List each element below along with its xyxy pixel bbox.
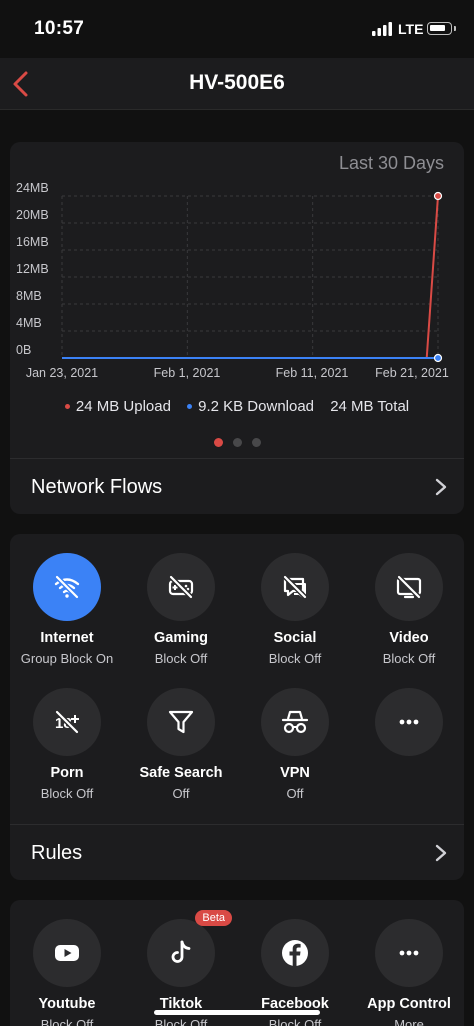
y-tick-label: 24MB <box>16 181 49 195</box>
chevron-right-icon <box>435 844 447 862</box>
cellular-signal-icon <box>372 22 392 36</box>
vpn-toggle[interactable] <box>261 688 329 756</box>
battery-icon <box>427 22 456 35</box>
video-label: Video <box>389 630 429 646</box>
tiktok-toggle[interactable]: Beta <box>147 910 232 987</box>
facebook-status: Block Off <box>268 1017 322 1026</box>
vpn-tile[interactable]: VPN Off <box>238 688 352 801</box>
page-title: HV-500E6 <box>189 71 285 94</box>
more-icon <box>399 950 419 956</box>
y-tick-label: 8MB <box>16 289 42 303</box>
network-flows-label: Network Flows <box>31 476 163 498</box>
youtube-label: Youtube <box>38 996 96 1012</box>
upload-dot-icon <box>64 403 70 409</box>
controls-card: Internet Group Block On Gaming Block Off <box>10 534 464 880</box>
vpn-status: Off <box>286 786 304 801</box>
x-tick-label: Feb 21, 2021 <box>375 366 449 380</box>
network-type: LTE <box>398 21 424 37</box>
rules-label: Rules <box>31 842 83 864</box>
y-tick-label: 20MB <box>16 208 49 222</box>
youtube-icon <box>55 945 79 961</box>
apps-card: Youtube Block Off Beta Tiktok Block Off … <box>10 900 464 1026</box>
18-plus-off-icon: 18 <box>55 710 79 734</box>
legend-total: 24 MB Total <box>330 397 410 415</box>
more-controls-button[interactable] <box>375 688 443 756</box>
x-tick-label: Feb 11, 2021 <box>276 366 349 380</box>
video-status: Block Off <box>382 651 436 666</box>
app-control-status: More <box>394 1017 424 1026</box>
internet-tile[interactable]: Internet Group Block On <box>10 553 124 666</box>
page-dot-1[interactable] <box>213 438 223 447</box>
social-status: Block Off <box>268 651 322 666</box>
porn-toggle[interactable]: 18 <box>33 688 101 756</box>
beta-badge: Beta <box>195 910 232 926</box>
series-point-upload <box>433 191 443 201</box>
internet-status: Group Block On <box>20 651 114 666</box>
facebook-toggle[interactable] <box>261 919 329 987</box>
page-dot-2[interactable] <box>232 438 242 447</box>
vpn-label: VPN <box>280 765 310 781</box>
usage-card: Last 30 Days 24MB 20MB 16MB 12MB 8MB 4MB 0B Jan… <box>10 142 464 514</box>
video-toggle[interactable] <box>375 553 443 621</box>
network-flows-row[interactable]: Network Flows <box>10 458 464 513</box>
tiktok-status: Block Off <box>154 1017 208 1026</box>
rules-row[interactable]: Rules <box>10 824 464 879</box>
series-point-download <box>433 353 443 363</box>
y-tick-label: 4MB <box>16 316 42 330</box>
y-tick-label: 12MB <box>16 262 49 276</box>
more-controls-tile[interactable] <box>352 688 466 756</box>
more-icon <box>399 719 419 725</box>
chart-range-label: Last 30 Days <box>338 153 444 173</box>
internet-toggle[interactable] <box>33 553 101 621</box>
x-tick-label: Feb 1, 2021 <box>154 366 221 380</box>
legend-upload: 24 MB Upload <box>64 397 171 415</box>
porn-label: Porn <box>50 765 84 781</box>
gamepad-off-icon <box>168 575 194 599</box>
chart-legend: 24 MB Upload 9.2 KB Download 24 MB Total <box>10 397 464 415</box>
app-control-button[interactable] <box>375 919 443 987</box>
gaming-toggle[interactable] <box>147 553 215 621</box>
y-tick-label: 16MB <box>16 235 49 249</box>
internet-label: Internet <box>40 630 94 646</box>
filter-icon <box>168 710 194 734</box>
gaming-status: Block Off <box>154 651 208 666</box>
facebook-icon <box>282 940 308 966</box>
gaming-label: Gaming <box>154 630 208 646</box>
social-off-icon <box>283 575 307 599</box>
safe-search-status: Off <box>172 786 190 801</box>
app-control-label: App Control <box>367 996 451 1012</box>
status-time: 10:57 <box>34 18 85 39</box>
video-off-icon <box>396 575 422 599</box>
page-indicator[interactable] <box>10 434 464 452</box>
gaming-tile[interactable]: Gaming Block Off <box>124 553 238 666</box>
home-indicator[interactable] <box>154 1010 320 1015</box>
x-tick-label: Jan 23, 2021 <box>26 366 98 380</box>
download-dot-icon <box>187 403 193 409</box>
legend-upload-text: 24 MB Upload <box>75 397 171 415</box>
nav-bar: HV-500E6 <box>0 58 474 110</box>
social-tile[interactable]: Social Block Off <box>238 553 352 666</box>
page-dot-3[interactable] <box>251 438 261 447</box>
safe-search-label: Safe Search <box>139 765 223 781</box>
video-tile[interactable]: Video Block Off <box>352 553 466 666</box>
safe-search-toggle[interactable] <box>147 688 215 756</box>
status-bar: 10:57 LTE <box>0 0 474 58</box>
youtube-status: Block Off <box>40 1017 94 1026</box>
y-tick-label: 0B <box>16 343 31 357</box>
chevron-right-icon <box>435 478 447 496</box>
porn-status: Block Off <box>40 786 94 801</box>
incognito-icon <box>281 710 309 734</box>
safe-search-tile[interactable]: Safe Search Off <box>124 688 238 801</box>
legend-download-text: 9.2 KB Download <box>198 397 315 415</box>
youtube-tile[interactable]: Youtube Block Off <box>10 919 124 1026</box>
youtube-toggle[interactable] <box>33 919 101 987</box>
app-control-tile[interactable]: App Control More <box>352 919 466 1026</box>
social-toggle[interactable] <box>261 553 329 621</box>
wifi-off-icon <box>54 575 80 599</box>
porn-tile[interactable]: 18 Porn Block Off <box>10 688 124 801</box>
social-label: Social <box>273 630 317 646</box>
legend-download: 9.2 KB Download <box>187 397 314 415</box>
usage-chart: 24MB 20MB 16MB 12MB 8MB 4MB 0B Jan 23, 2021 Feb … <box>16 181 449 380</box>
tiktok-icon <box>171 940 191 963</box>
